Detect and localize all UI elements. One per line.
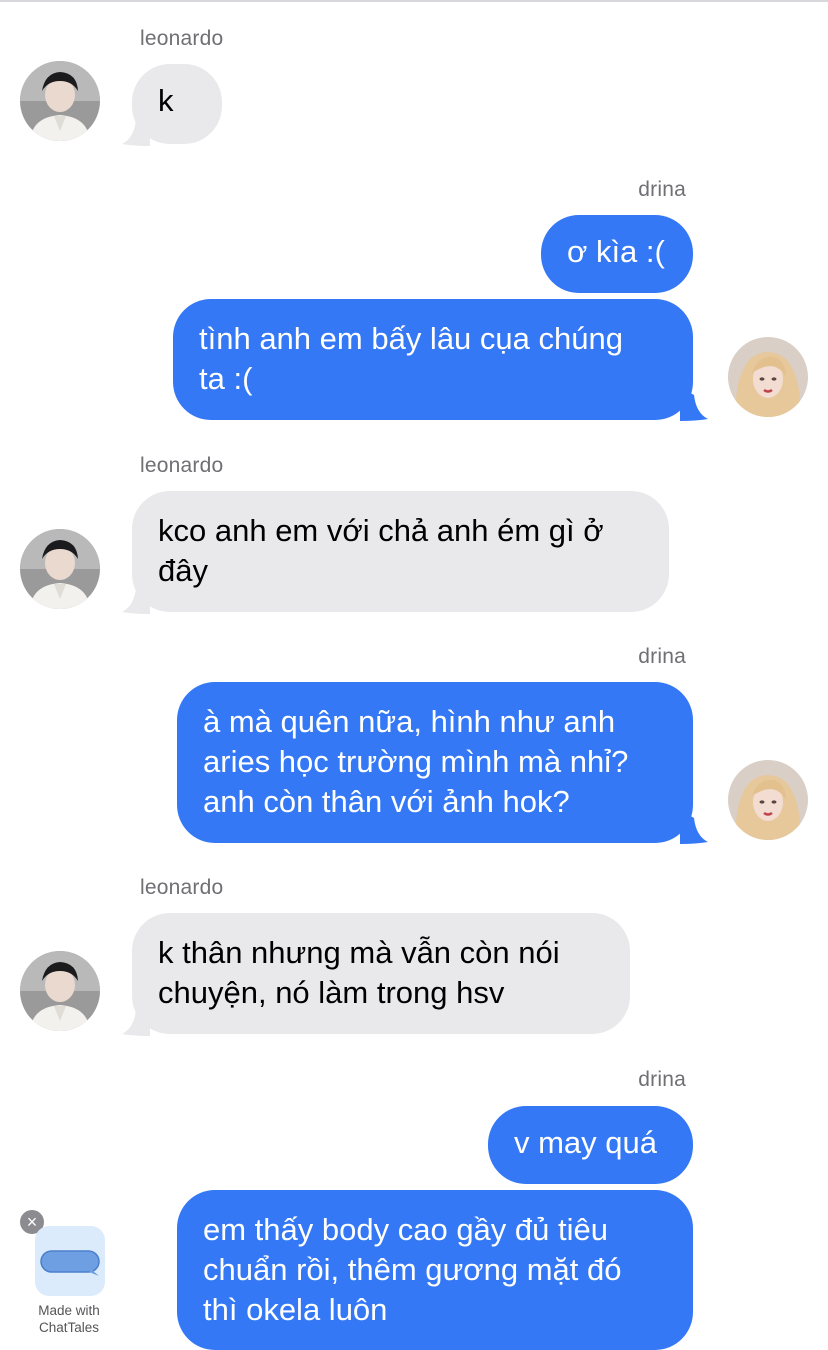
chat-bubble-icon [40, 1250, 100, 1276]
avatar-leonardo[interactable] [20, 951, 100, 1031]
message-bubble-outgoing[interactable]: ơ kìa :( [541, 215, 693, 293]
chat-thread[interactable]: leonardo k drina ơ kìa :( tình anh em bấ… [0, 0, 828, 1350]
chattales-app-tile[interactable] [35, 1226, 105, 1296]
bubble-tail-outgoing [680, 810, 708, 844]
bubble-tail-incoming [122, 112, 150, 146]
sender-name: leonardo [140, 876, 224, 899]
sender-name: drina [638, 1068, 686, 1091]
sender-name: drina [638, 645, 686, 668]
made-with-chattales-badge[interactable]: × Made with ChatTales [20, 1208, 112, 1338]
made-with-chattales-label: Made with ChatTales [38, 1303, 100, 1335]
sender-name: leonardo [140, 454, 224, 477]
bubble-tail-incoming [122, 580, 150, 614]
message-bubble-outgoing[interactable]: tình anh em bấy lâu cụa chúng ta :( [173, 299, 693, 420]
sender-name: leonardo [140, 27, 224, 50]
avatar-leonardo[interactable] [20, 61, 100, 141]
message-bubble-incoming[interactable]: kco anh em với chả anh ém gì ở đây [132, 491, 669, 612]
message-bubble-outgoing[interactable]: v may quá [488, 1106, 693, 1184]
message-bubble-incoming[interactable]: k thân nhưng mà vẫn còn nói chuyện, nó l… [132, 913, 630, 1034]
bubble-tail-outgoing [680, 387, 708, 421]
message-bubble-outgoing[interactable]: à mà quên nữa, hình như anh aries học tr… [177, 682, 693, 843]
avatar-drina[interactable] [728, 337, 808, 417]
avatar-leonardo[interactable] [20, 529, 100, 609]
message-bubble-outgoing[interactable]: em thấy body cao gầy đủ tiêu chuẩn rồi, … [177, 1190, 693, 1350]
avatar-drina[interactable] [728, 760, 808, 840]
sender-name: drina [638, 178, 686, 201]
bubble-tail-incoming [122, 1002, 150, 1036]
